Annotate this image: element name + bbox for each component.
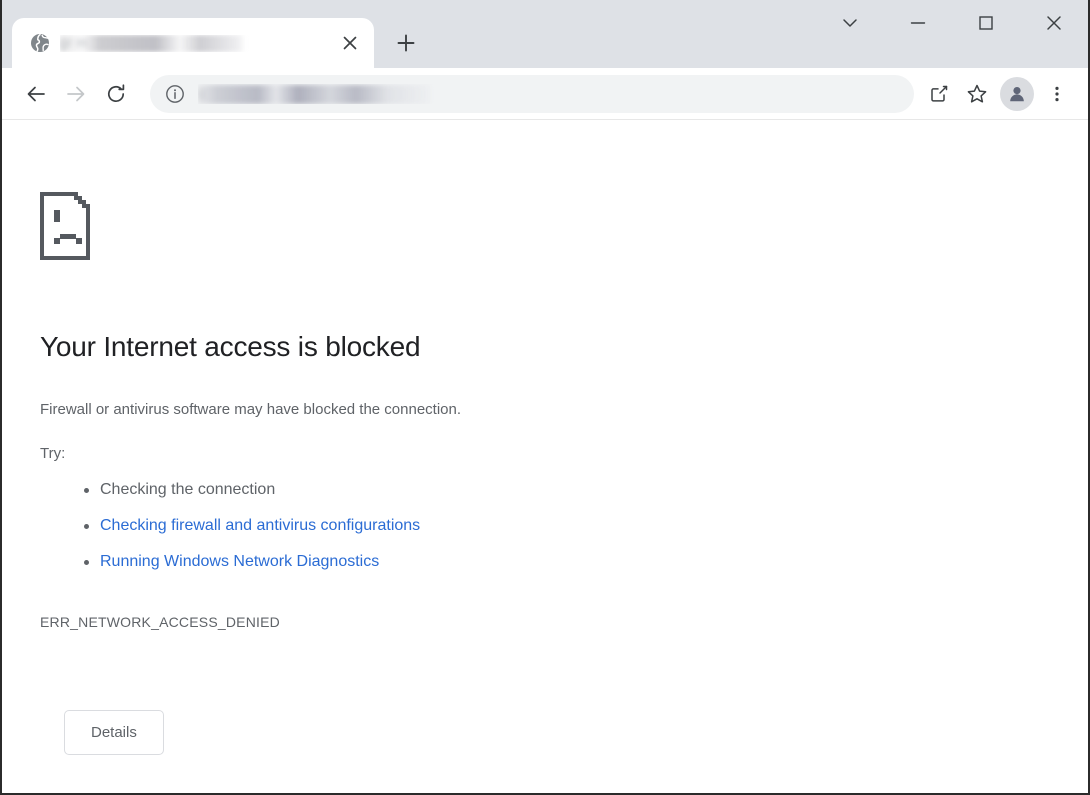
tab-title: gr m — [60, 35, 336, 52]
tab-search-button[interactable] — [816, 0, 884, 46]
details-button[interactable]: Details — [64, 710, 164, 755]
minimize-button[interactable] — [884, 0, 952, 46]
suggestion-link[interactable]: Running Windows Network Diagnostics — [100, 553, 379, 570]
suggestion-link[interactable]: Checking firewall and antivirus configur… — [100, 517, 420, 534]
person-icon — [1006, 83, 1028, 105]
window-caption-buttons — [816, 0, 1088, 68]
back-button[interactable] — [16, 74, 56, 114]
profile-avatar[interactable] — [1000, 77, 1034, 111]
info-circle-icon[interactable] — [162, 81, 188, 107]
try-label: Try: — [40, 445, 1088, 462]
sad-page-icon — [40, 192, 1088, 269]
title-bar: gr m — [2, 0, 1088, 68]
close-icon — [1045, 14, 1063, 32]
chevron-down-icon — [841, 14, 859, 32]
tab-close-icon[interactable] — [336, 29, 364, 57]
forward-arrow-icon — [65, 83, 87, 105]
tab-strip: gr m — [2, 0, 428, 68]
minimize-icon — [909, 14, 927, 32]
error-page-content: Your Internet access is blocked Firewall… — [2, 120, 1088, 792]
globe-icon — [30, 33, 50, 53]
share-icon — [929, 83, 950, 104]
bookmark-button[interactable] — [958, 75, 996, 113]
address-bar[interactable]: g — [150, 75, 914, 113]
three-dot-menu-icon — [1048, 85, 1066, 103]
url-text[interactable]: g — [198, 84, 906, 104]
tab-title-redaction — [60, 35, 245, 52]
back-arrow-icon — [25, 83, 47, 105]
reload-button[interactable] — [96, 74, 136, 114]
list-item: Checking the connection — [40, 472, 1088, 508]
star-icon — [966, 83, 988, 105]
error-code: ERR_NETWORK_ACCESS_DENIED — [40, 614, 1088, 630]
reload-icon — [105, 83, 127, 105]
new-tab-button[interactable] — [384, 21, 428, 65]
suggestion-list: Checking the connection Checking firewal… — [40, 472, 1088, 580]
error-description: Firewall or antivirus software may have … — [40, 401, 1088, 418]
plus-icon — [397, 34, 415, 52]
suggestion-text: Checking the connection — [100, 481, 275, 498]
url-redaction — [198, 85, 430, 104]
maximize-icon — [977, 14, 995, 32]
share-button[interactable] — [920, 75, 958, 113]
browser-window: gr m — [0, 0, 1090, 795]
list-item[interactable]: Running Windows Network Diagnostics — [40, 544, 1088, 580]
list-item[interactable]: Checking firewall and antivirus configur… — [40, 508, 1088, 544]
browser-menu-button[interactable] — [1038, 75, 1076, 113]
close-button[interactable] — [1020, 0, 1088, 46]
page-title: Your Internet access is blocked — [40, 331, 1088, 363]
maximize-button[interactable] — [952, 0, 1020, 46]
browser-toolbar: g — [2, 68, 1088, 120]
browser-tab[interactable]: gr m — [12, 18, 374, 68]
forward-button[interactable] — [56, 74, 96, 114]
